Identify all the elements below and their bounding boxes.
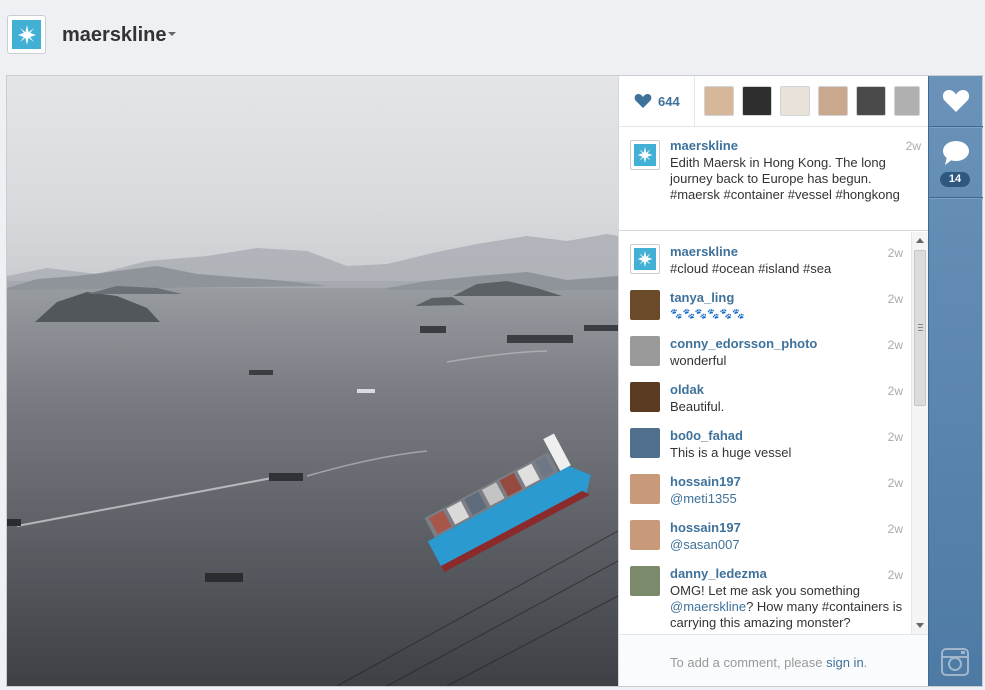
- comment-mention-link[interactable]: @maerskline: [670, 599, 746, 614]
- comment-item: danny_ledezma 2w OMG! Let me ask you som…: [619, 564, 911, 634]
- liker-avatar[interactable]: [818, 86, 848, 116]
- comment-item: conny_edorsson_photo 2w wonderful: [619, 334, 911, 380]
- comment-time: 2w: [887, 384, 903, 398]
- sign-in-link[interactable]: sign in: [826, 655, 864, 670]
- scroll-up-arrow-icon[interactable]: [916, 238, 924, 243]
- comment-time: 2w: [887, 568, 903, 582]
- comment-text: wonderful: [670, 353, 727, 368]
- comment-count-badge: 14: [940, 172, 970, 187]
- divider: [929, 197, 983, 199]
- maersk-star-icon: [12, 20, 41, 49]
- add-comment-prompt: To add a comment, please sign in.: [670, 655, 867, 670]
- comment-text: Beautiful.: [670, 399, 725, 414]
- comment-username[interactable]: conny_edorsson_photo: [670, 336, 817, 351]
- heart-icon: [634, 94, 652, 108]
- comment-item: hossain197 2w @sasan007: [619, 518, 911, 564]
- comment-list[interactable]: maerskline 2w #cloud #ocean #island #sea…: [619, 232, 911, 634]
- comments-panel: 644 maerskline 2w Edith Maersk in Hong K…: [618, 76, 929, 686]
- comment-username[interactable]: danny_ledezma: [670, 566, 767, 581]
- avatar[interactable]: [630, 520, 660, 550]
- post-caption: maerskline 2w Edith Maersk in Hong Kong.…: [619, 127, 929, 231]
- comment-mention-link[interactable]: @meti1355: [670, 491, 910, 507]
- comment-item: maerskline 2w #cloud #ocean #island #sea: [619, 242, 911, 288]
- profile-username[interactable]: maerskline: [62, 24, 167, 47]
- comment-mention-link[interactable]: @sasan007: [670, 537, 910, 553]
- grip-icon: [918, 324, 923, 331]
- header: maerskline: [0, 0, 985, 72]
- comment-username[interactable]: oldak: [670, 382, 704, 397]
- caption-username[interactable]: maerskline: [670, 138, 738, 153]
- comment-text: This is a huge vessel: [670, 445, 792, 460]
- like-count: 644: [658, 94, 680, 109]
- comments-scrollbar[interactable]: [911, 232, 928, 634]
- comment-time: 2w: [887, 246, 903, 260]
- add-comment-suffix: .: [863, 655, 868, 670]
- add-comment-prompt-text: To add a comment, please: [670, 655, 827, 670]
- avatar[interactable]: [630, 428, 660, 458]
- chevron-down-icon[interactable]: [168, 32, 176, 36]
- comment-text: OMG! Let me ask you something @maersklin…: [670, 583, 910, 631]
- comment-time: 2w: [887, 430, 903, 444]
- avatar[interactable]: [630, 244, 660, 274]
- avatar[interactable]: [630, 382, 660, 412]
- comment-username[interactable]: hossain197: [670, 474, 741, 489]
- avatar[interactable]: [630, 566, 660, 596]
- comment-item: oldak 2w Beautiful.: [619, 380, 911, 426]
- comment-time: 2w: [887, 522, 903, 536]
- comment-username[interactable]: tanya_ling: [670, 290, 734, 305]
- comment-time: 2w: [887, 476, 903, 490]
- comment-bubble-icon[interactable]: [941, 140, 971, 166]
- comment-item: bo0o_fahad 2w This is a huge vessel: [619, 426, 911, 472]
- heart-icon[interactable]: [942, 88, 970, 114]
- liker-avatar[interactable]: [704, 86, 734, 116]
- instagram-camera-icon[interactable]: [941, 648, 969, 676]
- comment-item: hossain197 2w @meti1355: [619, 472, 911, 518]
- comment-username[interactable]: maerskline: [670, 244, 738, 259]
- liker-avatar[interactable]: [742, 86, 772, 116]
- avatar[interactable]: [630, 290, 660, 320]
- likes-row: 644: [619, 76, 929, 127]
- add-comment-area: To add a comment, please sign in.: [619, 634, 929, 686]
- comment-time: 2w: [887, 338, 903, 352]
- comment-text-part: OMG! Let me ask you something: [670, 583, 861, 598]
- avatar[interactable]: [630, 474, 660, 504]
- comment-item: tanya_ling 2w 🐾🐾🐾🐾🐾🐾: [619, 288, 911, 334]
- maersk-star-icon: [634, 144, 656, 166]
- liker-avatar[interactable]: [780, 86, 810, 116]
- comment-text: 🐾🐾🐾🐾🐾🐾: [670, 309, 745, 320]
- maersk-star-icon: [634, 248, 656, 270]
- comment-username[interactable]: hossain197: [670, 520, 741, 535]
- comment-time: 2w: [887, 292, 903, 306]
- comment-text: #cloud #ocean #island #sea: [670, 261, 832, 276]
- liker-avatar[interactable]: [856, 86, 886, 116]
- scroll-down-arrow-icon[interactable]: [916, 623, 924, 628]
- like-count-box[interactable]: 644: [619, 76, 695, 126]
- profile-avatar[interactable]: [7, 15, 46, 54]
- comment-username[interactable]: bo0o_fahad: [670, 428, 743, 443]
- divider: [929, 126, 983, 128]
- caption-time: 2w: [905, 139, 921, 153]
- caption-text: Edith Maersk in Hong Kong. The long jour…: [670, 155, 900, 202]
- avatar[interactable]: [630, 336, 660, 366]
- scrollbar-thumb[interactable]: [914, 250, 926, 406]
- avatar[interactable]: [630, 140, 660, 170]
- liker-avatar[interactable]: [894, 86, 920, 116]
- post-photo[interactable]: [7, 76, 618, 686]
- action-bar: 14: [928, 76, 983, 686]
